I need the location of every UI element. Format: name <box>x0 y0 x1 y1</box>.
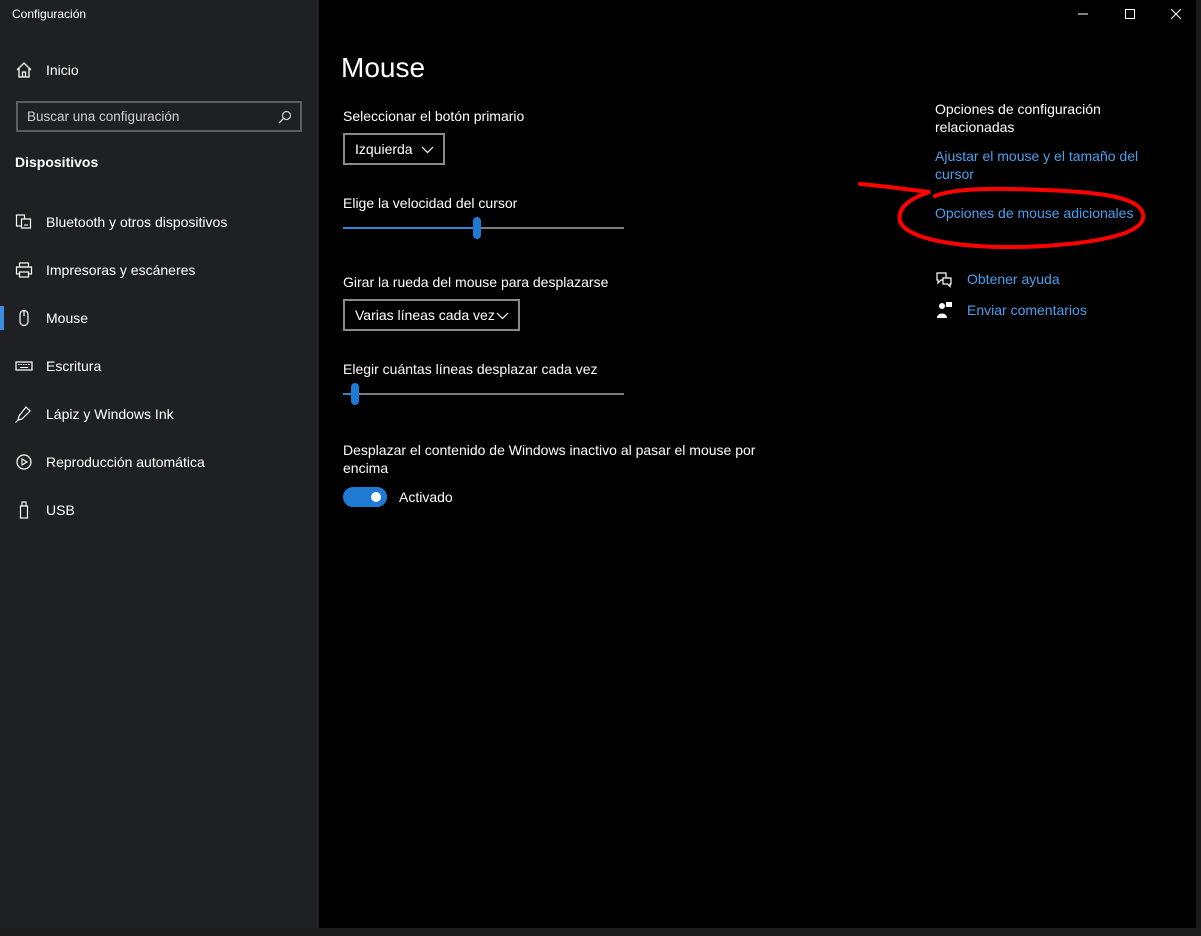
taskbar-edge <box>0 928 1201 936</box>
slider-fill <box>343 227 477 229</box>
minimize-icon <box>1078 13 1088 15</box>
maximize-button[interactable] <box>1107 0 1153 28</box>
close-button[interactable] <box>1153 0 1199 28</box>
related-settings-title: Opciones de configuración relacionadas <box>935 101 1101 135</box>
chevron-down-icon <box>421 146 434 154</box>
autoplay-icon <box>15 453 33 471</box>
get-help-link[interactable]: Obtener ayuda <box>967 270 1060 288</box>
sidebar-nav: Bluetooth y otros dispositivos Impresora… <box>0 198 319 534</box>
primary-button-label: Seleccionar el botón primario <box>343 108 525 124</box>
help-chat-icon <box>936 272 952 288</box>
keyboard-icon <box>15 357 33 375</box>
page-title: Mouse <box>341 52 426 83</box>
sidebar-item-label: Impresoras y escáneres <box>46 262 196 278</box>
wheel-label: Girar la rueda del mouse para desplazars… <box>343 274 609 290</box>
sidebar-item-mouse[interactable]: Mouse <box>0 294 319 342</box>
search-box[interactable] <box>16 101 302 132</box>
sidebar-item-label: Mouse <box>46 310 89 326</box>
bluetooth-devices-icon <box>15 213 33 231</box>
sidebar: Configuración Inicio Dispositivos Blueto… <box>0 0 319 936</box>
mouse-icon <box>15 309 33 327</box>
wheel-value: Varias líneas cada vez <box>355 307 495 323</box>
send-feedback-row[interactable]: Enviar comentarios <box>935 301 1087 319</box>
pen-icon <box>15 405 33 423</box>
slider-thumb[interactable] <box>473 217 481 239</box>
sidebar-item-bluetooth[interactable]: Bluetooth y otros dispositivos <box>0 198 319 246</box>
wheel-dropdown[interactable]: Varias líneas cada vez <box>343 299 520 331</box>
link-additional-mouse-options[interactable]: Opciones de mouse adicionales <box>935 204 1133 222</box>
minimize-button[interactable] <box>1060 0 1106 28</box>
toggle-state-label: Activado <box>399 489 453 505</box>
usb-icon <box>15 501 33 519</box>
printer-icon <box>15 261 33 279</box>
primary-button-value: Izquierda <box>355 141 413 157</box>
sidebar-item-label: Escritura <box>46 358 102 374</box>
link-adjust-mouse-cursor[interactable]: Ajustar el mouse y el tamaño del cursor <box>935 147 1150 183</box>
slider-thumb[interactable] <box>351 383 359 405</box>
sidebar-item-autoplay[interactable]: Reproducción automática <box>0 438 319 486</box>
app-title: Configuración <box>12 7 87 21</box>
sidebar-item-label: Lápiz y Windows Ink <box>46 406 174 422</box>
chevron-down-icon <box>496 312 509 320</box>
lines-slider[interactable] <box>343 382 624 406</box>
feedback-person-icon <box>937 302 952 318</box>
get-help-row[interactable]: Obtener ayuda <box>935 270 1060 288</box>
sidebar-item-label: Bluetooth y otros dispositivos <box>46 214 228 230</box>
cursor-speed-slider[interactable] <box>343 216 624 240</box>
sidebar-item-printers[interactable]: Impresoras y escáneres <box>0 246 319 294</box>
close-icon <box>1170 8 1182 20</box>
slider-track <box>343 393 624 395</box>
search-input[interactable] <box>27 109 267 124</box>
inactive-scroll-label: Desplazar el contenido de Windows inacti… <box>343 442 756 476</box>
sidebar-item-pen[interactable]: Lápiz y Windows Ink <box>0 390 319 438</box>
section-title: Dispositivos <box>15 154 99 170</box>
toggle-knob <box>371 492 381 502</box>
sidebar-item-label: USB <box>46 502 75 518</box>
search-icon[interactable] <box>278 110 292 124</box>
home-icon <box>16 62 32 78</box>
lines-label: Elegir cuántas líneas desplazar cada vez <box>343 361 598 377</box>
sidebar-home[interactable]: Inicio <box>15 59 79 81</box>
sidebar-item-typing[interactable]: Escritura <box>0 342 319 390</box>
sidebar-item-usb[interactable]: USB <box>0 486 319 534</box>
home-label: Inicio <box>46 62 79 78</box>
inactive-scroll-toggle[interactable] <box>343 487 387 507</box>
primary-button-dropdown[interactable]: Izquierda <box>343 133 445 165</box>
maximize-icon <box>1125 9 1135 19</box>
sidebar-item-label: Reproducción automática <box>46 454 205 470</box>
send-feedback-link[interactable]: Enviar comentarios <box>967 301 1087 319</box>
window-edge <box>1196 0 1201 936</box>
cursor-speed-label: Elige la velocidad del cursor <box>343 195 518 211</box>
